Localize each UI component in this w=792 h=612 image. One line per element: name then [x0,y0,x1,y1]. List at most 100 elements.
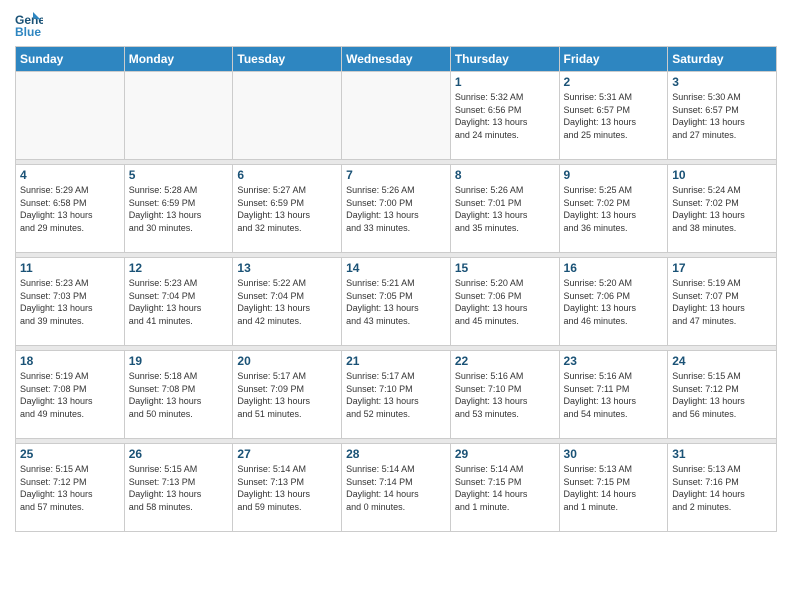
day-cell [233,72,342,160]
logo-icon: General Blue [15,10,43,38]
day-cell: 13 Sunrise: 5:22 AM Sunset: 7:04 PM Dayli… [233,258,342,346]
day-cell: 4Sunrise: 5:29 AM Sunset: 6:58 PM Daylig… [16,165,125,253]
day-number: 5 [129,168,229,182]
day-cell: 5 Sunrise: 5:28 AM Sunset: 6:59 PM Daylig… [124,165,233,253]
logo: General Blue [15,10,46,38]
day-number: 2 [564,75,664,89]
day-info: Sunrise: 5:25 AM Sunset: 7:02 PM Dayligh… [564,184,664,234]
day-number: 27 [237,447,337,461]
day-number: 18 [20,354,120,368]
day-info: Sunrise: 5:13 AM Sunset: 7:16 PM Dayligh… [672,463,772,513]
day-cell: 11 Sunrise: 5:23 AM Sunset: 7:03 PM Dayli… [16,258,125,346]
week-row-3: 11 Sunrise: 5:23 AM Sunset: 7:03 PM Dayli… [16,258,777,346]
calendar-table: SundayMondayTuesdayWednesdayThursdayFrid… [15,46,777,532]
day-info: Sunrise: 5:31 AM Sunset: 6:57 PM Dayligh… [564,91,664,141]
day-cell: 6 Sunrise: 5:27 AM Sunset: 6:59 PM Daylig… [233,165,342,253]
day-info: Sunrise: 5:23 AM Sunset: 7:04 PM Dayligh… [129,277,229,327]
day-cell: 3 Sunrise: 5:30 AM Sunset: 6:57 PM Daylig… [668,72,777,160]
day-number: 21 [346,354,446,368]
day-info: Sunrise: 5:17 AM Sunset: 7:10 PM Dayligh… [346,370,446,420]
day-number: 9 [564,168,664,182]
day-cell: 1 Sunrise: 5:32 AM Sunset: 6:56 PM Daylig… [450,72,559,160]
day-number: 17 [672,261,772,275]
day-info: Sunrise: 5:30 AM Sunset: 6:57 PM Dayligh… [672,91,772,141]
day-cell: 12Sunrise: 5:23 AM Sunset: 7:04 PM Dayli… [124,258,233,346]
day-number: 24 [672,354,772,368]
day-number: 15 [455,261,555,275]
day-cell: 22 Sunrise: 5:16 AM Sunset: 7:10 PM Dayli… [450,351,559,439]
day-info: Sunrise: 5:20 AM Sunset: 7:06 PM Dayligh… [564,277,664,327]
day-cell: 10Sunrise: 5:24 AM Sunset: 7:02 PM Dayli… [668,165,777,253]
day-cell: 31 Sunrise: 5:13 AM Sunset: 7:16 PM Dayli… [668,444,777,532]
day-cell: 28 Sunrise: 5:14 AM Sunset: 7:14 PM Dayli… [342,444,451,532]
calendar-container: General Blue SundayMondayTuesdayWednesda… [0,0,792,542]
week-row-5: 25 Sunrise: 5:15 AM Sunset: 7:12 PM Dayli… [16,444,777,532]
day-info: Sunrise: 5:15 AM Sunset: 7:13 PM Dayligh… [129,463,229,513]
day-info: Sunrise: 5:13 AM Sunset: 7:15 PM Dayligh… [564,463,664,513]
weekday-header-saturday: Saturday [668,47,777,72]
day-number: 26 [129,447,229,461]
day-info: Sunrise: 5:27 AM Sunset: 6:59 PM Dayligh… [237,184,337,234]
day-info: Sunrise: 5:18 AM Sunset: 7:08 PM Dayligh… [129,370,229,420]
day-number: 3 [672,75,772,89]
day-info: Sunrise: 5:22 AM Sunset: 7:04 PM Dayligh… [237,277,337,327]
day-cell: 30Sunrise: 5:13 AM Sunset: 7:15 PM Dayli… [559,444,668,532]
day-number: 29 [455,447,555,461]
day-info: Sunrise: 5:19 AM Sunset: 7:08 PM Dayligh… [20,370,120,420]
weekday-header-tuesday: Tuesday [233,47,342,72]
day-info: Sunrise: 5:26 AM Sunset: 7:01 PM Dayligh… [455,184,555,234]
day-number: 7 [346,168,446,182]
day-info: Sunrise: 5:16 AM Sunset: 7:11 PM Dayligh… [564,370,664,420]
day-cell [124,72,233,160]
day-number: 11 [20,261,120,275]
day-info: Sunrise: 5:15 AM Sunset: 7:12 PM Dayligh… [20,463,120,513]
day-cell: 8Sunrise: 5:26 AM Sunset: 7:01 PM Daylig… [450,165,559,253]
weekday-header-friday: Friday [559,47,668,72]
day-cell: 24 Sunrise: 5:15 AM Sunset: 7:12 PM Dayli… [668,351,777,439]
day-info: Sunrise: 5:19 AM Sunset: 7:07 PM Dayligh… [672,277,772,327]
day-number: 14 [346,261,446,275]
day-cell [16,72,125,160]
day-number: 25 [20,447,120,461]
day-cell: 19 Sunrise: 5:18 AM Sunset: 7:08 PM Dayli… [124,351,233,439]
day-number: 10 [672,168,772,182]
day-cell: 2 Sunrise: 5:31 AM Sunset: 6:57 PM Daylig… [559,72,668,160]
day-number: 6 [237,168,337,182]
day-number: 22 [455,354,555,368]
day-cell: 18 Sunrise: 5:19 AM Sunset: 7:08 PM Dayli… [16,351,125,439]
day-info: Sunrise: 5:16 AM Sunset: 7:10 PM Dayligh… [455,370,555,420]
day-number: 28 [346,447,446,461]
day-number: 19 [129,354,229,368]
weekday-header-monday: Monday [124,47,233,72]
day-info: Sunrise: 5:20 AM Sunset: 7:06 PM Dayligh… [455,277,555,327]
week-row-4: 18 Sunrise: 5:19 AM Sunset: 7:08 PM Dayli… [16,351,777,439]
day-info: Sunrise: 5:14 AM Sunset: 7:15 PM Dayligh… [455,463,555,513]
day-cell: 29 Sunrise: 5:14 AM Sunset: 7:15 PM Dayli… [450,444,559,532]
day-cell: 26 Sunrise: 5:15 AM Sunset: 7:13 PM Dayli… [124,444,233,532]
day-cell: 21 Sunrise: 5:17 AM Sunset: 7:10 PM Dayli… [342,351,451,439]
day-info: Sunrise: 5:29 AM Sunset: 6:58 PM Dayligh… [20,184,120,234]
day-number: 16 [564,261,664,275]
day-number: 1 [455,75,555,89]
day-cell: 15 Sunrise: 5:20 AM Sunset: 7:06 PM Dayli… [450,258,559,346]
day-cell: 7Sunrise: 5:26 AM Sunset: 7:00 PM Daylig… [342,165,451,253]
day-number: 23 [564,354,664,368]
day-cell: 20Sunrise: 5:17 AM Sunset: 7:09 PM Dayli… [233,351,342,439]
day-number: 31 [672,447,772,461]
day-cell: 16 Sunrise: 5:20 AM Sunset: 7:06 PM Dayli… [559,258,668,346]
day-info: Sunrise: 5:15 AM Sunset: 7:12 PM Dayligh… [672,370,772,420]
day-number: 20 [237,354,337,368]
day-info: Sunrise: 5:23 AM Sunset: 7:03 PM Dayligh… [20,277,120,327]
weekday-header-row: SundayMondayTuesdayWednesdayThursdayFrid… [16,47,777,72]
day-info: Sunrise: 5:14 AM Sunset: 7:13 PM Dayligh… [237,463,337,513]
day-number: 13 [237,261,337,275]
svg-text:Blue: Blue [15,25,41,38]
day-cell: 14Sunrise: 5:21 AM Sunset: 7:05 PM Dayli… [342,258,451,346]
day-info: Sunrise: 5:28 AM Sunset: 6:59 PM Dayligh… [129,184,229,234]
day-cell: 25 Sunrise: 5:15 AM Sunset: 7:12 PM Dayli… [16,444,125,532]
day-cell: 27 Sunrise: 5:14 AM Sunset: 7:13 PM Dayli… [233,444,342,532]
day-info: Sunrise: 5:32 AM Sunset: 6:56 PM Dayligh… [455,91,555,141]
weekday-header-thursday: Thursday [450,47,559,72]
day-cell: 23 Sunrise: 5:16 AM Sunset: 7:11 PM Dayli… [559,351,668,439]
day-info: Sunrise: 5:14 AM Sunset: 7:14 PM Dayligh… [346,463,446,513]
